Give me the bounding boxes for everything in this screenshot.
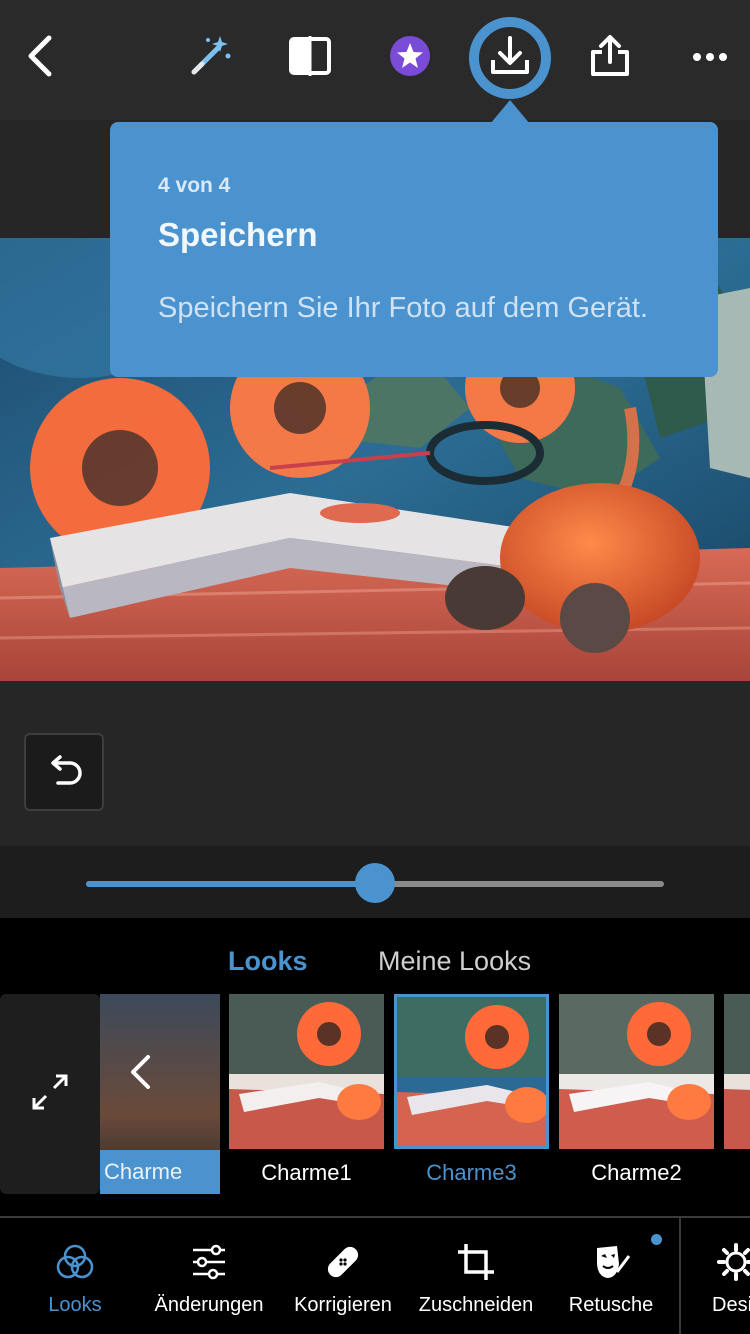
expand-button[interactable] (0, 994, 100, 1194)
nav-retouch[interactable]: Retusche (561, 1218, 661, 1334)
save-button[interactable] (470, 18, 550, 98)
nav-label-changes: Änderungen (154, 1294, 264, 1316)
chevron-left-icon (128, 1054, 152, 1095)
look-group-charme[interactable]: Charme (100, 994, 220, 1194)
look-label-charme1: Charme1 (261, 1160, 352, 1185)
intensity-slider-handle[interactable] (355, 863, 395, 903)
compare-button[interactable] (270, 18, 350, 98)
tooltip-pointer (490, 100, 530, 124)
tab-my-looks[interactable]: Meine Looks (378, 946, 531, 977)
share-button[interactable] (570, 18, 650, 98)
undo-button[interactable] (24, 733, 104, 811)
nav-label-retouch: Retusche (568, 1294, 654, 1316)
tab-looks[interactable]: Looks (228, 946, 308, 977)
look-label-charme3: Charme3 (426, 1160, 517, 1185)
download-icon (488, 34, 532, 83)
nav-divider (679, 1218, 681, 1334)
tooltip-title: Speichern (158, 216, 318, 253)
looks-icon (53, 1240, 97, 1284)
look-thumbnail-partial[interactable] (724, 994, 750, 1149)
look-group-label: Charme (100, 1150, 220, 1194)
coachmark-tooltip[interactable]: 4 von 4 Speichern Speichern Sie Ihr Foto… (110, 122, 718, 377)
look-label-charme2: Charme2 (591, 1160, 682, 1185)
look-thumbnail-charme2[interactable] (559, 994, 714, 1149)
crop-icon (454, 1240, 498, 1284)
nav-correct[interactable]: Korrigieren (288, 1218, 398, 1334)
nav-crop[interactable]: Zuschneiden (416, 1218, 536, 1334)
looks-panel: Looks Meine Looks Charme Charme1 Charme3… (0, 918, 750, 1216)
expand-icon (30, 1072, 70, 1117)
bottom-navigation: Looks Änderungen Korrigieren Zuschneiden… (0, 1216, 750, 1334)
magic-wand-icon (188, 34, 232, 83)
nav-label-correct: Korrigieren (294, 1294, 392, 1316)
auto-enhance-button[interactable] (170, 18, 250, 98)
nav-label-crop: Zuschneiden (418, 1294, 534, 1316)
back-button[interactable] (0, 18, 80, 98)
intensity-slider-area (0, 846, 750, 918)
intensity-slider-fill (86, 881, 375, 887)
premium-button[interactable] (370, 18, 450, 98)
nav-label-looks: Looks (48, 1294, 102, 1316)
tooltip-description: Speichern Sie Ihr Foto auf dem Gerät. (158, 292, 649, 324)
tooltip-step: 4 von 4 (158, 174, 231, 197)
sliders-icon (187, 1240, 231, 1284)
share-icon (588, 34, 632, 83)
mid-area (0, 681, 750, 846)
star-badge-icon (389, 35, 431, 82)
bandage-icon (321, 1240, 365, 1284)
more-icon (692, 49, 728, 67)
nav-changes[interactable]: Änderungen (149, 1218, 269, 1334)
look-thumbnail-charme3[interactable] (394, 994, 549, 1149)
gear-icon (714, 1240, 750, 1284)
more-button[interactable] (670, 18, 750, 98)
look-thumbnail-charme1[interactable] (229, 994, 384, 1149)
nav-design[interactable]: Desi (700, 1218, 750, 1334)
face-paint-icon (589, 1240, 633, 1284)
compare-icon (288, 34, 332, 83)
back-icon (25, 34, 55, 83)
nav-looks[interactable]: Looks (35, 1218, 115, 1334)
nav-label-design: Desi (712, 1294, 750, 1316)
notification-dot (651, 1234, 662, 1245)
top-toolbar (0, 0, 750, 120)
looks-carousel: Charme Charme1 Charme3 Charme2 (0, 994, 750, 1194)
undo-icon (44, 754, 84, 790)
